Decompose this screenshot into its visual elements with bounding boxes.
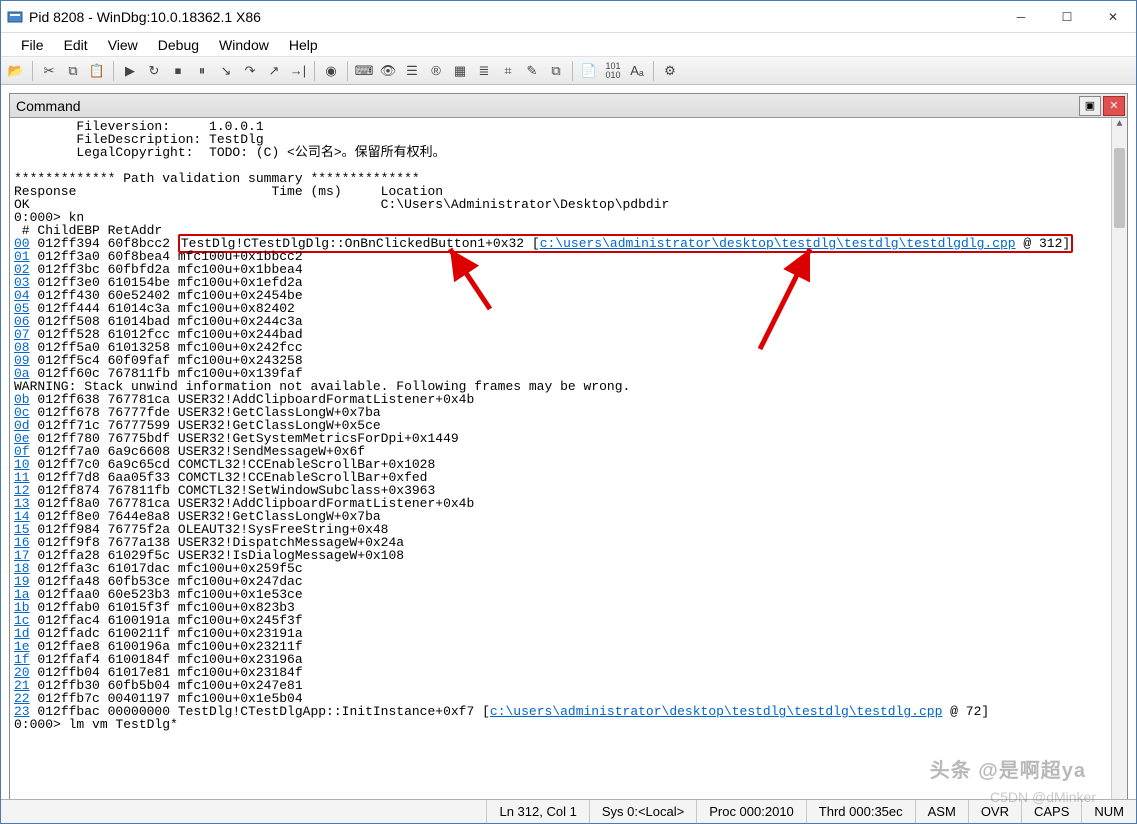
- toolbar-sep: [314, 61, 315, 81]
- command-window: Command ▣ ✕ Fileversion: 1.0.0.1 FileDes…: [9, 93, 1128, 799]
- window-title: Pid 8208 - WinDbg:10.0.18362.1 X86: [29, 9, 998, 25]
- watermark: 头条 @是啊超ya: [930, 754, 1086, 783]
- menu-edit[interactable]: Edit: [54, 35, 98, 55]
- status-spacer: [1, 800, 486, 823]
- source-link[interactable]: c:\users\administrator\desktop\testdlg\t…: [540, 236, 1016, 251]
- scroll-thumb[interactable]: [1114, 148, 1125, 228]
- status-asm: ASM: [915, 800, 968, 823]
- registers-window-icon[interactable]: ®: [425, 60, 447, 82]
- toolbar: 📂 ✂ ⧉ 📋 ▶ ↻ ⏹ ⏸ ↘ ↷ ↗ →| ◉ ⌨ 👁 ☰ ® ▦ ≣ ⌗…: [1, 57, 1136, 85]
- menu-bar: File Edit View Debug Window Help: [1, 33, 1136, 57]
- scratch-window-icon[interactable]: ✎: [521, 60, 543, 82]
- break-icon[interactable]: ⏸: [191, 60, 213, 82]
- status-bar: Ln 312, Col 1 Sys 0:<Local> Proc 000:201…: [1, 799, 1136, 823]
- window-titlebar: Pid 8208 - WinDbg:10.0.18362.1 X86 ─ ☐ ✕: [1, 1, 1136, 33]
- toolbar-sep: [572, 61, 573, 81]
- minimize-button[interactable]: ─: [998, 1, 1044, 32]
- client-area: Command ▣ ✕ Fileversion: 1.0.0.1 FileDes…: [1, 85, 1136, 799]
- scroll-up-icon[interactable]: ▲: [1112, 118, 1127, 134]
- window-controls: ─ ☐ ✕: [998, 1, 1136, 32]
- command-titlebar: Command ▣ ✕: [10, 94, 1127, 118]
- run-to-cursor-icon[interactable]: →|: [287, 60, 309, 82]
- locals-window-icon[interactable]: ☰: [401, 60, 423, 82]
- command-title: Command: [16, 98, 1079, 114]
- restart-icon[interactable]: ↻: [143, 60, 165, 82]
- processes-window-icon[interactable]: ⧉: [545, 60, 567, 82]
- disasm-window-icon[interactable]: ⌗: [497, 60, 519, 82]
- watermark: C5DN @dMinker: [990, 789, 1096, 805]
- copy-icon[interactable]: ⧉: [62, 60, 84, 82]
- status-ln-col: Ln 312, Col 1: [486, 800, 588, 823]
- paste-icon[interactable]: 📋: [86, 60, 108, 82]
- command-window-icon[interactable]: ⌨: [353, 60, 375, 82]
- options-icon[interactable]: ⚙: [659, 60, 681, 82]
- menu-help[interactable]: Help: [279, 35, 328, 55]
- annotation-arrow-icon: [750, 244, 820, 354]
- vertical-scrollbar[interactable]: ▲ ▼: [1111, 118, 1127, 799]
- menu-file[interactable]: File: [11, 35, 54, 55]
- stop-icon[interactable]: ⏹: [167, 60, 189, 82]
- toolbar-sep: [347, 61, 348, 81]
- toolbar-sep: [113, 61, 114, 81]
- cut-icon[interactable]: ✂: [38, 60, 60, 82]
- status-sys: Sys 0:<Local>: [589, 800, 696, 823]
- source-mode-icon[interactable]: 📄: [578, 60, 600, 82]
- step-over-icon[interactable]: ↷: [239, 60, 261, 82]
- app-icon: [7, 9, 23, 25]
- command-output[interactable]: Fileversion: 1.0.0.1 FileDescription: Te…: [10, 118, 1127, 799]
- close-button[interactable]: ✕: [1090, 1, 1136, 32]
- menu-view[interactable]: View: [98, 35, 148, 55]
- binary-icon[interactable]: 101010: [602, 60, 624, 82]
- annotation-arrow-icon: [440, 244, 500, 314]
- menu-debug[interactable]: Debug: [148, 35, 209, 55]
- watch-window-icon[interactable]: 👁: [377, 60, 399, 82]
- step-out-icon[interactable]: ↗: [263, 60, 285, 82]
- maximize-button[interactable]: ☐: [1044, 1, 1090, 32]
- go-icon[interactable]: ▶: [119, 60, 141, 82]
- step-into-icon[interactable]: ↘: [215, 60, 237, 82]
- open-icon[interactable]: 📂: [5, 60, 27, 82]
- memory-window-icon[interactable]: ▦: [449, 60, 471, 82]
- menu-window[interactable]: Window: [209, 35, 279, 55]
- highlighted-frame: TestDlg!CTestDlgDlg::OnBnClickedButton1+…: [178, 234, 1073, 253]
- font-icon[interactable]: Aₐ: [626, 60, 648, 82]
- command-close-icon[interactable]: ✕: [1103, 96, 1125, 116]
- command-dock-icon[interactable]: ▣: [1079, 96, 1101, 116]
- callstack-window-icon[interactable]: ≣: [473, 60, 495, 82]
- breakpoint-icon[interactable]: ◉: [320, 60, 342, 82]
- source-link[interactable]: c:\users\administrator\desktop\testdlg\t…: [490, 704, 942, 719]
- status-proc: Proc 000:2010: [696, 800, 806, 823]
- status-thrd: Thrd 000:35ec: [806, 800, 915, 823]
- toolbar-sep: [653, 61, 654, 81]
- toolbar-sep: [32, 61, 33, 81]
